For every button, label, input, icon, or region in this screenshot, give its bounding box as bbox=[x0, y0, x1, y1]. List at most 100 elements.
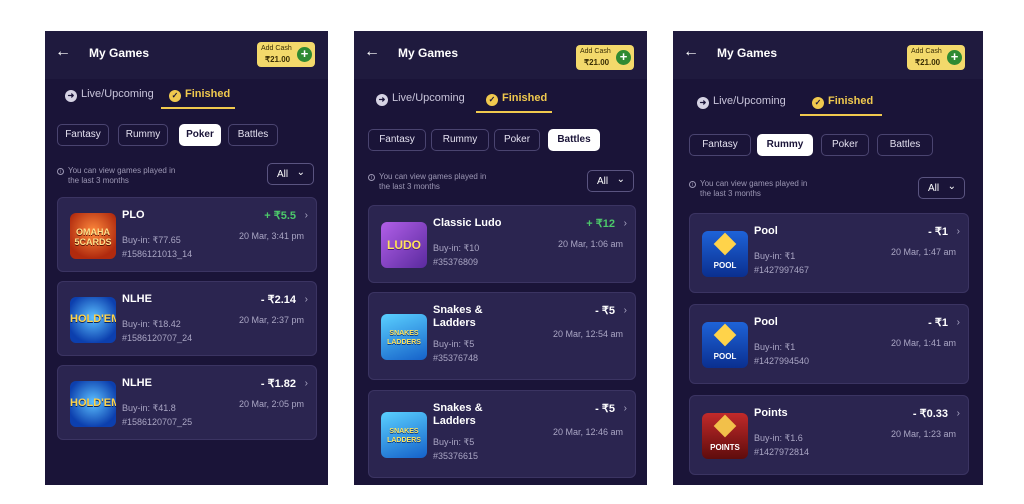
game-date: 20 Mar, 1:06 am bbox=[557, 239, 623, 249]
top-bar: ← My Games Add Cash ₹21.00 + bbox=[45, 31, 328, 79]
category-poker[interactable]: Poker bbox=[179, 124, 221, 146]
game-date: 20 Mar, 3:41 pm bbox=[238, 231, 304, 241]
game-history-card[interactable]: LUDO Classic Ludo + ₹12 › Buy-in: ₹10 #353768… bbox=[368, 205, 636, 283]
winnings-amount: - ₹5 bbox=[595, 403, 615, 415]
tab-finished[interactable]: ✓ Finished bbox=[486, 92, 547, 106]
holdem-icon: HOLD'EM bbox=[70, 296, 116, 343]
winnings-amount: - ₹1 bbox=[928, 226, 948, 238]
winnings-amount: - ₹1 bbox=[928, 317, 948, 329]
phone-screen: ← My Games Add Cash ₹21.00 + ➜ Live/Upcoming ✓ F… bbox=[45, 31, 328, 485]
game-date: 20 Mar, 12:46 am bbox=[552, 427, 623, 437]
game-history-card[interactable]: SNAKES LADDERS Snakes & Ladders - ₹5 › Buy-i… bbox=[368, 292, 636, 380]
game-logo-text: HOLD'EM bbox=[70, 396, 116, 409]
tab-label: Live/Upcoming bbox=[81, 88, 154, 100]
game-history-card[interactable]: POOL Pool - ₹1 › Buy-in: ₹1 #1427994540 20 Mar… bbox=[689, 304, 969, 384]
tab-label: Live/Upcoming bbox=[713, 95, 786, 107]
phone-screen: ← My Games Add Cash ₹21.00 + ➜ Live/Upcoming ✓ F… bbox=[354, 31, 647, 485]
back-arrow-icon[interactable]: ← bbox=[683, 42, 699, 62]
category-fantasy[interactable]: Fantasy bbox=[368, 129, 426, 151]
arrow-right-circle-icon: ➜ bbox=[65, 90, 77, 102]
category-fantasy[interactable]: Fantasy bbox=[57, 124, 109, 146]
game-id: #35376615 bbox=[433, 451, 479, 461]
wallet-balance: ₹21.00 bbox=[265, 55, 291, 64]
active-tab-indicator bbox=[800, 114, 882, 116]
game-history-card[interactable]: POOL Pool - ₹1 › Buy-in: ₹1 #1427997467 20 Mar… bbox=[689, 213, 969, 293]
buy-in: Buy-in: ₹41.8 bbox=[122, 403, 176, 413]
check-circle-icon: ✓ bbox=[812, 97, 824, 109]
game-id: #35376748 bbox=[433, 353, 479, 363]
game-history-card[interactable]: HOLD'EM NLHE - ₹2.14 › Buy-in: ₹18.42 #158612… bbox=[57, 281, 317, 356]
add-cash-button[interactable]: Add Cash ₹21.00 + bbox=[907, 45, 965, 70]
add-cash-button[interactable]: Add Cash ₹21.00 + bbox=[576, 45, 634, 70]
tab-live-upcoming[interactable]: ➜ Live/Upcoming bbox=[697, 95, 786, 109]
game-name: Points bbox=[754, 407, 788, 419]
chevron-down-icon: ⌄ bbox=[616, 174, 625, 185]
category-poker[interactable]: Poker bbox=[821, 134, 869, 156]
pool-icon: POOL bbox=[702, 322, 748, 368]
game-name: Pool bbox=[754, 316, 778, 328]
back-arrow-icon[interactable]: ← bbox=[55, 42, 71, 62]
wallet-balance: ₹21.00 bbox=[584, 58, 610, 67]
game-history-card[interactable]: HOLD'EM NLHE - ₹1.82 › Buy-in: ₹41.8 #1586120… bbox=[57, 365, 317, 440]
buy-in: Buy-in: ₹77.65 bbox=[122, 235, 181, 245]
game-logo-text: SNAKES LADDERS bbox=[387, 330, 421, 346]
game-date: 20 Mar, 12:54 am bbox=[552, 329, 623, 339]
ludo-icon: LUDO bbox=[381, 222, 427, 268]
chevron-right-icon: › bbox=[304, 294, 308, 305]
game-logo-text: OMAHA 5CARDS bbox=[74, 226, 112, 247]
chevron-right-icon: › bbox=[956, 317, 960, 328]
category-fantasy[interactable]: Fantasy bbox=[689, 134, 751, 156]
filter-dropdown[interactable]: All ⌄ bbox=[587, 170, 634, 192]
category-battles[interactable]: Battles bbox=[877, 134, 933, 156]
category-rummy[interactable]: Rummy bbox=[118, 124, 168, 146]
game-history-card[interactable]: SNAKES LADDERS Snakes & Ladders - ₹5 › Buy-i… bbox=[368, 390, 636, 478]
game-history-card[interactable]: OMAHA 5CARDS PLO + ₹5.5 › Buy-in: ₹77.65 #158… bbox=[57, 197, 317, 272]
add-cash-button[interactable]: Add Cash ₹21.00 + bbox=[257, 42, 315, 67]
back-arrow-icon[interactable]: ← bbox=[364, 42, 380, 62]
game-name: Classic Ludo bbox=[433, 217, 502, 229]
top-bar: ← My Games Add Cash ₹21.00 + bbox=[354, 31, 647, 79]
suit-diamond-icon bbox=[713, 232, 737, 256]
filter-dropdown[interactable]: All ⌄ bbox=[267, 163, 314, 185]
filter-value: All bbox=[597, 176, 609, 187]
game-logo-text: POINTS bbox=[710, 443, 740, 452]
tab-label: Finished bbox=[502, 92, 548, 104]
game-name: NLHE bbox=[122, 293, 152, 305]
arrow-right-circle-icon: ➜ bbox=[697, 97, 709, 109]
buy-in: Buy-in: ₹10 bbox=[433, 243, 480, 253]
game-name: Pool bbox=[754, 225, 778, 237]
tab-live-upcoming[interactable]: ➜ Live/Upcoming bbox=[376, 92, 465, 106]
game-id: #1586121013_14 bbox=[122, 249, 193, 259]
chevron-right-icon: › bbox=[956, 408, 960, 419]
winnings-amount: - ₹0.33 bbox=[912, 408, 948, 420]
tab-live-upcoming[interactable]: ➜ Live/Upcoming bbox=[65, 88, 154, 102]
wallet-balance: ₹21.00 bbox=[915, 58, 941, 67]
holdem-icon: HOLD'EM bbox=[70, 380, 116, 427]
game-name: PLO bbox=[122, 209, 145, 221]
category-battles[interactable]: Battles bbox=[548, 129, 600, 151]
game-history-card[interactable]: POINTS Points - ₹0.33 › Buy-in: ₹1.6 #1427972… bbox=[689, 395, 969, 475]
active-tab-indicator bbox=[476, 111, 552, 113]
winnings-amount: + ₹12 bbox=[586, 218, 615, 230]
history-info-note: i You can view games played in the last 3… bbox=[368, 172, 491, 192]
game-date: 20 Mar, 1:41 am bbox=[890, 338, 956, 348]
category-rummy[interactable]: Rummy bbox=[757, 134, 813, 156]
filter-value: All bbox=[928, 183, 940, 194]
category-battles[interactable]: Battles bbox=[228, 124, 278, 146]
suit-diamond-icon bbox=[713, 414, 737, 438]
plus-icon: + bbox=[297, 47, 312, 62]
game-logo-text: SNAKES LADDERS bbox=[387, 428, 421, 444]
history-info-note: i You can view games played in the last 3… bbox=[57, 166, 180, 186]
filter-dropdown[interactable]: All ⌄ bbox=[918, 177, 965, 199]
category-rummy[interactable]: Rummy bbox=[431, 129, 489, 151]
plus-icon: + bbox=[947, 50, 962, 65]
category-poker[interactable]: Poker bbox=[494, 129, 540, 151]
tab-finished[interactable]: ✓ Finished bbox=[812, 95, 873, 109]
game-logo-text: LUDO bbox=[387, 238, 421, 252]
game-date: 20 Mar, 1:47 am bbox=[890, 247, 956, 257]
info-icon: i bbox=[368, 174, 375, 181]
game-logo-text: POOL bbox=[713, 261, 737, 270]
omaha-5-cards-icon: OMAHA 5CARDS bbox=[70, 212, 116, 259]
info-icon: i bbox=[689, 181, 696, 188]
tab-finished[interactable]: ✓ Finished bbox=[169, 88, 230, 102]
